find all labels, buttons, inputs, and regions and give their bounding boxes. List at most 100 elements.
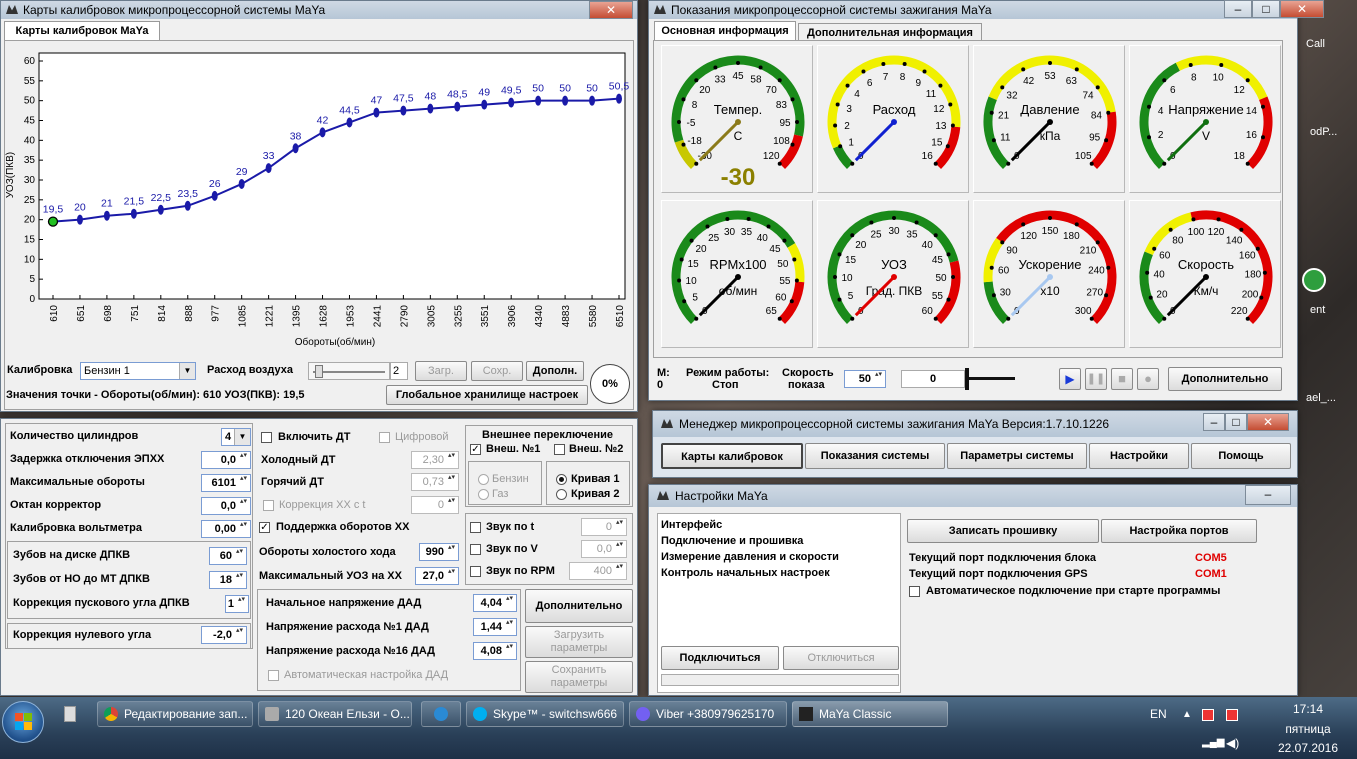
additional-params-button[interactable]: Дополнительно [525,589,633,623]
minimize-button[interactable]: – [1203,413,1225,431]
help-button[interactable]: Помощь [1191,443,1291,469]
load-button[interactable]: Загр. [415,361,467,381]
curve-point[interactable] [400,105,407,116]
air-flow-slider[interactable] [308,362,390,380]
taskbar-item-maya[interactable]: MaYa Classic [792,701,948,727]
taskbar-item-chrome[interactable]: Редактирование зап... [97,701,253,727]
dad-start-spinner[interactable]: 4,04 [473,594,517,612]
minimize-button[interactable]: – [1224,0,1252,18]
tab-calibration-maps[interactable]: Карты калибровок MaYa [4,21,160,41]
max-rpm-spinner[interactable]: 6101 [201,474,251,492]
sound-t-spinner[interactable]: 0 [581,518,627,536]
curve-point[interactable] [184,200,191,211]
maximize-button[interactable]: □ [1225,413,1247,431]
volume-icon[interactable]: ◀) [1226,736,1239,750]
calibration-chart[interactable]: 0 5 10 15 20 25 30 35 40 45 50 55 60 610 651 698 751 814… [5,45,635,350]
curve1-radio[interactable] [556,474,567,485]
max-idle-uoz-spinner[interactable]: 27,0 [415,567,459,585]
list-item[interactable]: Измерение давления и скорости [661,551,839,563]
desktop-icon-call[interactable]: Call [1306,38,1325,50]
epxx-delay-spinner[interactable]: 0,0 [201,451,251,469]
close-button[interactable]: ✕ [589,1,633,19]
record-button[interactable]: ● [1137,368,1159,390]
gas-radio[interactable] [478,489,489,500]
auto-connect-checkbox[interactable] [909,586,920,597]
taskbar-item-player[interactable]: 120 Океан Ельзи - О... [258,701,412,727]
teeth-spinner[interactable]: 60 [209,547,247,565]
action-center-icon[interactable] [1202,709,1214,721]
voltmeter-spinner[interactable]: 0,00 [201,520,251,538]
idle-support-checkbox[interactable]: ✓ [259,522,270,533]
taskbar-item-skype[interactable]: Skype™ - switchsw666 [466,701,624,727]
curve-point[interactable] [238,178,245,189]
curve-point[interactable] [319,127,326,138]
speed-spinner[interactable]: 50 [844,370,886,388]
taskbar-item-viber[interactable]: Viber +380979625170 [629,701,787,727]
curve-point[interactable] [508,97,515,108]
utorrent-icon[interactable] [1302,268,1326,292]
curve-point[interactable] [481,99,488,110]
curve-point[interactable] [292,143,299,154]
list-item[interactable]: Подключение и прошивка [661,535,803,547]
teeth-to-tdc-spinner[interactable]: 18 [209,571,247,589]
playback-slider-track[interactable] [969,377,1015,380]
desktop-icon-label[interactable]: ael_... [1306,392,1336,404]
auto-dad-checkbox[interactable] [268,670,279,681]
close-button[interactable]: ✕ [1280,0,1324,18]
curve-point[interactable] [76,214,83,225]
curve-point[interactable] [616,93,622,104]
sound-v-spinner[interactable]: 0,0 [581,540,627,558]
tray-app-icon[interactable] [1226,709,1238,721]
connect-button[interactable]: Подключиться [661,646,779,670]
minimize-button[interactable]: – [1245,485,1291,505]
stop-button[interactable]: ■ [1111,368,1133,390]
tab-extra-info[interactable]: Дополнительная информация [798,23,982,41]
network-icon[interactable]: ▂▄▆ [1202,737,1224,748]
system-params-button[interactable]: Параметры системы [947,443,1087,469]
calibration-maps-button[interactable]: Карты калибровок [661,443,803,469]
close-button[interactable]: ✕ [1247,413,1289,431]
port-settings-button[interactable]: Настройка портов [1101,519,1257,543]
curve-point[interactable] [589,95,596,106]
sound-t-checkbox[interactable] [470,522,481,533]
settings-button[interactable]: Настройки [1089,443,1189,469]
ext1-checkbox[interactable]: ✓ [470,444,481,455]
curve-point[interactable] [211,190,218,201]
pause-button[interactable]: ❚❚ [1085,368,1107,390]
idle-rpm-spinner[interactable]: 990 [419,543,459,561]
language-indicator[interactable]: EN [1150,707,1167,721]
save-params-button[interactable]: Сохранить параметры [525,661,633,693]
sound-rpm-spinner[interactable]: 400 [569,562,627,580]
disconnect-button[interactable]: Отключиться [783,646,899,670]
enable-dt-checkbox[interactable] [261,432,272,443]
global-storage-button[interactable]: Глобальное хранилище настроек [386,385,588,405]
curve-point[interactable] [103,210,110,221]
cylinders-select[interactable]: 4 [221,428,251,446]
tray-arrow-icon[interactable]: ▲ [1182,709,1192,720]
curve-point[interactable] [427,103,434,114]
xx-correction-checkbox[interactable] [263,500,274,511]
curve-point-selected[interactable] [47,216,59,227]
ext2-checkbox[interactable] [554,444,565,455]
dad16-spinner[interactable]: 4,08 [473,642,517,660]
octane-spinner[interactable]: 0,0 [201,497,251,515]
curve-point[interactable] [562,95,569,106]
save-button[interactable]: Сохр. [471,361,523,381]
sound-rpm-checkbox[interactable] [470,566,481,577]
calibration-select[interactable]: Бензин 1 [80,362,196,380]
load-params-button[interactable]: Загрузить параметры [525,626,633,658]
calculator-icon[interactable] [64,706,76,722]
curve-point[interactable] [373,107,380,118]
clock-time[interactable]: 17:14 [1262,702,1354,716]
curve-point[interactable] [454,101,461,112]
curve-point[interactable] [157,204,164,215]
start-button[interactable] [2,701,44,743]
play-button[interactable]: ▶ [1059,368,1081,390]
system-readings-button[interactable]: Показания системы [805,443,945,469]
list-item[interactable]: Интерфейс [661,519,722,531]
digital-checkbox[interactable] [379,432,390,443]
dad1-spinner[interactable]: 1,44 [473,618,517,636]
curve2-radio[interactable] [556,489,567,500]
tab-main-info[interactable]: Основная информация [654,21,796,41]
settings-category-list[interactable]: Интерфейс Подключение и прошивка Измерен… [657,513,901,693]
